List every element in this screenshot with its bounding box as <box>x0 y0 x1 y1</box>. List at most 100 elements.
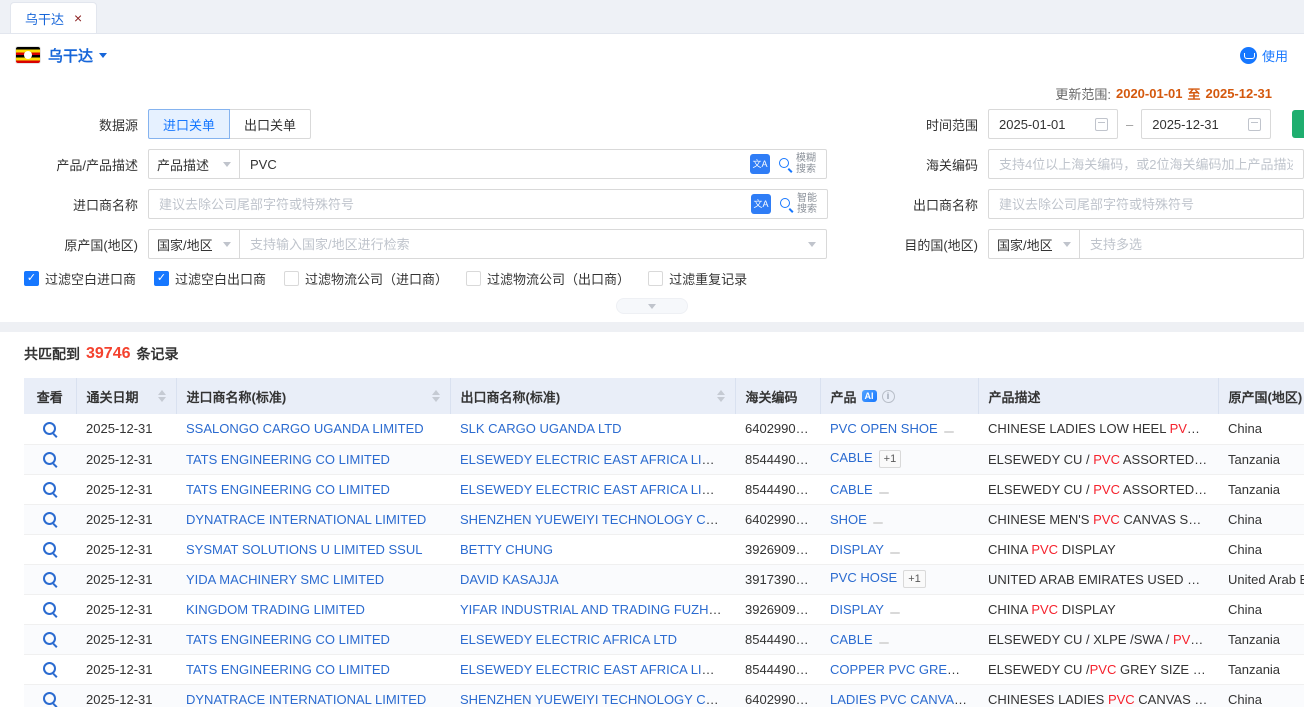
more-products-badge[interactable]: +1 <box>879 450 902 468</box>
product-link[interactable]: LADIES PVC CANVA <box>830 692 967 707</box>
view-record-icon[interactable] <box>42 601 58 617</box>
exporter-link[interactable]: ELSEWEDY ELECTRIC EAST AFRICA LIMTED <box>460 662 735 677</box>
calendar-icon[interactable] <box>1095 118 1108 131</box>
filter-checkbox[interactable]: 过滤物流公司（出口商） <box>466 269 630 288</box>
destination-type-select[interactable]: 国家/地区 <box>988 229 1080 259</box>
date-to-input[interactable] <box>1142 110 1248 138</box>
exporter-link[interactable]: ELSEWEDY ELECTRIC AFRICA LTD <box>460 632 677 647</box>
importer-link[interactable]: SSALONGO CARGO UGANDA LIMITED <box>186 421 424 436</box>
product-link[interactable]: SHOE <box>830 512 867 527</box>
country-dropdown-icon[interactable] <box>99 53 107 58</box>
exporter-link[interactable]: SHENZHEN YUEWEIYI TECHNOLOGY CO LTD <box>460 512 735 527</box>
product-search-field[interactable]: 文A 模糊搜索 <box>239 149 827 179</box>
importer-link[interactable]: TATS ENGINEERING CO LIMITED <box>186 452 390 467</box>
sort-icon[interactable] <box>152 390 166 402</box>
importer-link[interactable]: KINGDOM TRADING LIMITED <box>186 602 365 617</box>
product-link[interactable]: PVC OPEN SHOE <box>830 421 938 436</box>
data-source-tab[interactable]: 出口关单 <box>230 109 311 139</box>
calendar-icon[interactable] <box>1248 118 1261 131</box>
truncated-edge-button[interactable] <box>1292 110 1304 138</box>
more-products-badge[interactable] <box>879 492 889 494</box>
filter-checkbox[interactable]: ✓过滤空白出口商 <box>154 269 266 288</box>
filter-checkbox[interactable]: 过滤重复记录 <box>648 269 747 288</box>
th-importer[interactable]: 进口商名称(标准) <box>176 378 450 414</box>
help-link[interactable]: 使用 <box>1240 46 1288 65</box>
smart-search-toggle[interactable]: 智能搜索 <box>775 193 827 215</box>
table-row: 2025-12-31 TATS ENGINEERING CO LIMITED E… <box>24 624 1304 654</box>
origin-input[interactable] <box>240 230 808 258</box>
importer-link[interactable]: YIDA MACHINERY SMC LIMITED <box>186 572 384 587</box>
origin-type-select[interactable]: 国家/地区 <box>148 229 240 259</box>
exporter-link[interactable]: SLK CARGO UGANDA LTD <box>460 421 622 436</box>
view-record-icon[interactable] <box>42 481 58 497</box>
product-link[interactable]: DISPLAY <box>830 602 884 617</box>
exporter-link[interactable]: BETTY CHUNG <box>460 542 553 557</box>
product-link[interactable]: PVC HOSE <box>830 570 897 585</box>
view-record-icon[interactable] <box>42 661 58 677</box>
checkbox-unchecked-icon[interactable] <box>648 271 663 286</box>
importer-link[interactable]: TATS ENGINEERING CO LIMITED <box>186 662 390 677</box>
more-products-badge[interactable] <box>944 431 954 433</box>
view-record-icon[interactable] <box>42 421 58 437</box>
exporter-link[interactable]: DAVID KASAJJA <box>460 572 559 587</box>
origin-field[interactable] <box>239 229 827 259</box>
view-record-icon[interactable] <box>42 511 58 527</box>
date-from-input[interactable] <box>989 110 1095 138</box>
importer-link[interactable]: TATS ENGINEERING CO LIMITED <box>186 632 390 647</box>
tab-uganda[interactable]: 乌干达 × <box>10 2 97 33</box>
translate-icon[interactable]: 文A <box>751 194 771 214</box>
translate-icon[interactable]: 文A <box>750 154 770 174</box>
data-source-tab[interactable]: 进口关单 <box>148 109 230 139</box>
product-link[interactable]: CABLE <box>830 450 873 465</box>
info-icon[interactable] <box>882 390 895 403</box>
view-record-icon[interactable] <box>42 691 58 707</box>
product-search-input[interactable] <box>240 150 746 178</box>
more-products-badge[interactable] <box>873 522 883 524</box>
view-record-icon[interactable] <box>42 631 58 647</box>
checkbox-unchecked-icon[interactable] <box>466 271 481 286</box>
more-products-badge[interactable] <box>890 612 900 614</box>
view-record-icon[interactable] <box>42 571 58 587</box>
hs-code-field[interactable] <box>988 149 1304 179</box>
collapse-button[interactable] <box>616 298 688 314</box>
checkbox-unchecked-icon[interactable] <box>284 271 299 286</box>
hs-code-input[interactable] <box>989 150 1303 178</box>
fuzzy-search-toggle[interactable]: 模糊搜索 <box>774 153 826 175</box>
more-products-badge[interactable]: +1 <box>903 570 926 588</box>
product-link[interactable]: DISPLAY <box>830 542 884 557</box>
th-exporter[interactable]: 出口商名称(标准) <box>450 378 735 414</box>
exporter-link[interactable]: SHENZHEN YUEWEIYI TECHNOLOGY CO LTD <box>460 692 735 707</box>
sort-icon[interactable] <box>711 390 725 402</box>
product-link[interactable]: COPPER PVC GREY <box>830 662 960 677</box>
product-type-select[interactable]: 产品描述 <box>148 149 240 179</box>
more-products-badge[interactable] <box>879 642 889 644</box>
exporter-link[interactable]: YIFAR INDUSTRIAL AND TRADING FUZHOU... <box>460 602 735 617</box>
exporter-field[interactable] <box>988 189 1304 219</box>
filter-checkbox[interactable]: ✓过滤空白进口商 <box>24 269 136 288</box>
exporter-link[interactable]: ELSEWEDY ELECTRIC EAST AFRICA LIMTED <box>460 452 735 467</box>
importer-link[interactable]: DYNATRACE INTERNATIONAL LIMITED <box>186 512 426 527</box>
view-record-icon[interactable] <box>42 451 58 467</box>
view-record-icon[interactable] <box>42 541 58 557</box>
more-products-badge[interactable] <box>962 672 972 674</box>
th-date[interactable]: 通关日期 <box>76 378 176 414</box>
destination-input[interactable] <box>1080 230 1303 258</box>
importer-link[interactable]: DYNATRACE INTERNATIONAL LIMITED <box>186 692 426 707</box>
sort-icon[interactable] <box>426 390 440 402</box>
importer-field[interactable]: 文A 智能搜索 <box>148 189 828 219</box>
checkbox-checked-icon[interactable]: ✓ <box>154 271 169 286</box>
importer-link[interactable]: TATS ENGINEERING CO LIMITED <box>186 482 390 497</box>
destination-field[interactable] <box>1079 229 1304 259</box>
tab-close-icon[interactable]: × <box>74 11 82 25</box>
filter-checkbox[interactable]: 过滤物流公司（进口商） <box>284 269 448 288</box>
checkbox-checked-icon[interactable]: ✓ <box>24 271 39 286</box>
product-link[interactable]: CABLE <box>830 632 873 647</box>
exporter-link[interactable]: ELSEWEDY ELECTRIC EAST AFRICA LIMTED <box>460 482 735 497</box>
exporter-input[interactable] <box>989 190 1303 218</box>
importer-input[interactable] <box>149 190 747 218</box>
date-to-field[interactable] <box>1141 109 1271 139</box>
product-link[interactable]: CABLE <box>830 482 873 497</box>
importer-link[interactable]: SYSMAT SOLUTIONS U LIMITED SSUL <box>186 542 422 557</box>
more-products-badge[interactable] <box>890 552 900 554</box>
date-from-field[interactable] <box>988 109 1118 139</box>
